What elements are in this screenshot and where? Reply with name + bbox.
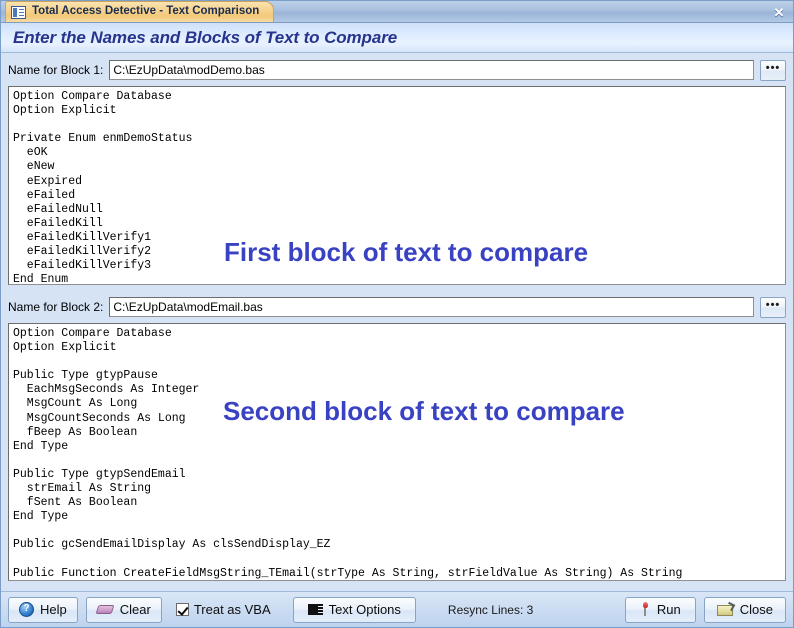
block1-code-text: Option Compare Database Option Explicit …: [13, 90, 193, 285]
text-options-button-label: Text Options: [328, 602, 401, 617]
eraser-icon: [97, 603, 114, 616]
block1-browse-button[interactable]: •••: [760, 59, 786, 81]
treat-as-vba-checkbox[interactable]: Treat as VBA: [175, 602, 271, 617]
pin-icon: [640, 602, 651, 617]
title-bar: Total Access Detective - Text Comparison…: [1, 1, 793, 23]
status-text: Resync Lines: 3: [447, 602, 534, 617]
header-banner: Enter the Names and Blocks of Text to Co…: [1, 23, 793, 53]
help-button-label: Help: [40, 602, 67, 617]
page-title: Enter the Names and Blocks of Text to Co…: [13, 27, 398, 47]
run-button-label: Run: [656, 602, 681, 617]
block2-browse-button[interactable]: •••: [760, 296, 786, 318]
treat-as-vba-label: Treat as VBA: [193, 602, 271, 617]
window-title: Total Access Detective - Text Comparison: [32, 5, 260, 18]
block2-code-text: Option Compare Database Option Explicit …: [13, 327, 683, 580]
block2-text-area[interactable]: Option Compare Database Option Explicit …: [8, 323, 786, 581]
clear-button[interactable]: Clear: [85, 596, 162, 623]
checkmark-icon: [175, 603, 189, 616]
form-window-icon: [11, 5, 26, 19]
block1-text-area[interactable]: Option Compare Database Option Explicit …: [8, 86, 786, 285]
main-content: Name for Block 1: ••• Option Compare Dat…: [1, 53, 793, 581]
text-lines-icon: [307, 603, 323, 616]
block1-label: Name for Block 1:: [8, 63, 104, 77]
close-button-label: Close: [739, 602, 773, 617]
ellipsis-icon: •••: [765, 62, 781, 74]
close-icon[interactable]: ✕: [771, 4, 787, 20]
folder-close-icon: [716, 603, 734, 617]
application-window: Total Access Detective - Text Comparison…: [0, 0, 794, 628]
run-button[interactable]: Run: [624, 596, 696, 623]
bottom-toolbar: Help Clear Treat as VBA Text Options Res…: [1, 591, 793, 627]
block1-name-input[interactable]: [109, 60, 754, 80]
block2-label: Name for Block 2:: [8, 300, 104, 314]
block2-name-input[interactable]: [109, 297, 754, 317]
block1-name-row: Name for Block 1: •••: [8, 59, 786, 81]
help-button[interactable]: Help: [8, 596, 78, 623]
clear-button-label: Clear: [119, 602, 151, 617]
close-button[interactable]: Close: [703, 596, 786, 623]
block2-name-row: Name for Block 2: •••: [8, 296, 786, 318]
help-icon: [19, 602, 34, 617]
ellipsis-icon: •••: [765, 299, 781, 311]
text-options-button[interactable]: Text Options: [292, 596, 416, 623]
window-tab[interactable]: Total Access Detective - Text Comparison: [5, 1, 275, 22]
